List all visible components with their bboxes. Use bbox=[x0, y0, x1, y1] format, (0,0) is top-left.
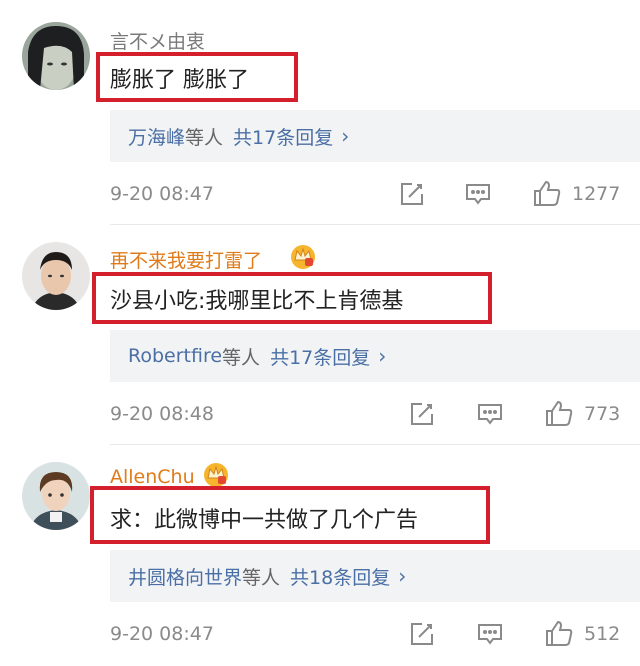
comment-text: 求：此微博中一共做了几个广告 bbox=[110, 508, 419, 533]
chevron-right-icon: › bbox=[341, 124, 350, 148]
timestamp: 9-20 08:47 bbox=[110, 183, 214, 205]
comment-icon[interactable] bbox=[476, 620, 506, 650]
reply-names[interactable]: 井圆格向世界 bbox=[128, 563, 242, 590]
chevron-right-icon: › bbox=[378, 344, 387, 368]
comment-item: 言不メ由衷 膨胀了 膨胀了 万海峰 等人 共17条回复 › 9-20 08:47… bbox=[0, 0, 640, 225]
edit-icon[interactable] bbox=[398, 180, 428, 210]
chevron-right-icon: › bbox=[398, 564, 407, 588]
reply-summary[interactable]: Robertfire 等人 共17条回复 › bbox=[110, 330, 640, 382]
reply-names[interactable]: Robertfire bbox=[128, 345, 222, 367]
reply-summary[interactable]: 万海峰 等人 共17条回复 › bbox=[110, 110, 640, 162]
crown-badge-icon bbox=[202, 460, 230, 488]
username[interactable]: AllenChu bbox=[110, 466, 195, 488]
reply-suffix: 等人 bbox=[185, 126, 224, 149]
like-count: 773 bbox=[584, 403, 621, 425]
comment-item: AllenChu 求：此微博中一共做了几个广告 井圆格向世界 等人 共18条回复… bbox=[0, 440, 640, 660]
username[interactable]: 再不来我要打雷了 bbox=[110, 246, 262, 273]
reply-summary[interactable]: 井圆格向世界 等人 共18条回复 › bbox=[110, 550, 640, 602]
edit-icon[interactable] bbox=[408, 400, 438, 430]
edit-icon[interactable] bbox=[408, 620, 438, 650]
comment-text: 膨胀了 膨胀了 bbox=[110, 68, 249, 93]
avatar[interactable] bbox=[22, 242, 90, 310]
crown-badge-icon bbox=[289, 242, 317, 270]
reply-names[interactable]: 万海峰 bbox=[128, 123, 185, 150]
comment-text: 沙县小吃:我哪里比不上肯德基 bbox=[110, 289, 404, 314]
reply-suffix: 等人 bbox=[242, 566, 281, 589]
thumbs-up-icon[interactable] bbox=[532, 178, 562, 208]
reply-suffix: 等人 bbox=[222, 346, 261, 369]
avatar[interactable] bbox=[22, 22, 90, 90]
avatar[interactable] bbox=[22, 462, 90, 530]
reply-count[interactable]: 共17条回复 bbox=[270, 343, 370, 370]
comment-item: 再不来我要打雷了 沙县小吃:我哪里比不上肯德基 Robertfire 等人 共1… bbox=[0, 220, 640, 445]
comment-icon[interactable] bbox=[476, 400, 506, 430]
thumbs-up-icon[interactable] bbox=[544, 618, 574, 648]
timestamp: 9-20 08:48 bbox=[110, 403, 214, 425]
username[interactable]: 言不メ由衷 bbox=[110, 27, 205, 54]
comment-icon[interactable] bbox=[464, 180, 494, 210]
thumbs-up-icon[interactable] bbox=[544, 398, 574, 428]
timestamp: 9-20 08:47 bbox=[110, 623, 214, 645]
reply-count[interactable]: 共17条回复 bbox=[233, 123, 333, 150]
reply-count[interactable]: 共18条回复 bbox=[290, 563, 390, 590]
like-count: 512 bbox=[584, 623, 621, 645]
like-count: 1277 bbox=[572, 183, 621, 205]
